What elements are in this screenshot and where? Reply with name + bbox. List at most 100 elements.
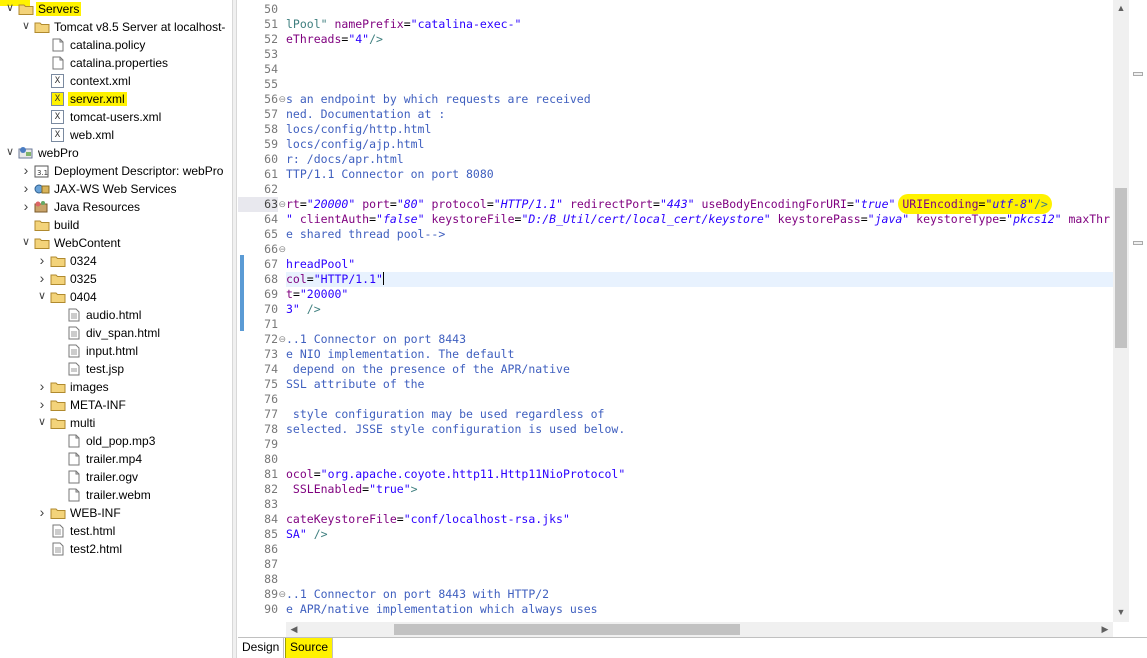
code-line[interactable]: s an endpoint by which requests are rece… bbox=[286, 92, 591, 107]
vertical-scroll-thumb[interactable] bbox=[1115, 188, 1127, 348]
editor-tab-bar: Design Source bbox=[238, 637, 1147, 658]
code-line[interactable]: 3" /> bbox=[286, 302, 321, 317]
code-line[interactable]: TTP/1.1 Connector on port 8080 bbox=[286, 167, 494, 182]
fold-toggle-icon[interactable]: ⊖ bbox=[278, 587, 286, 602]
code-line[interactable]: ..1 Connector on port 8443 with HTTP/2 bbox=[286, 587, 549, 602]
code-token: "conf/localhost-rsa.jks" bbox=[403, 512, 570, 526]
code-line[interactable]: locs/config/http.html bbox=[286, 122, 431, 137]
tree-item[interactable]: catalina.policy bbox=[0, 36, 232, 54]
html-file-icon bbox=[66, 326, 82, 340]
tree-item[interactable]: trailer.webm bbox=[0, 486, 232, 504]
chevron-right-icon[interactable]: › bbox=[36, 271, 48, 285]
chevron-right-icon[interactable]: › bbox=[36, 379, 48, 393]
tree-item[interactable]: test.html bbox=[0, 522, 232, 540]
tree-item[interactable]: Xserver.xml bbox=[0, 90, 232, 108]
code-line[interactable]: ned. Documentation at : bbox=[286, 107, 445, 122]
code-line[interactable]: col="HTTP/1.1" bbox=[286, 272, 1113, 287]
code-line[interactable]: SSL attribute of the bbox=[286, 377, 424, 392]
code-line[interactable]: locs/config/ajp.html bbox=[286, 137, 424, 152]
code-line[interactable]: rt="20000" port="80" protocol="HTTP/1.1"… bbox=[286, 194, 1052, 214]
chevron-down-icon[interactable]: ∨ bbox=[36, 416, 48, 428]
chevron-right-icon[interactable]: › bbox=[20, 181, 32, 195]
fold-toggle-icon[interactable]: ⊖ bbox=[278, 242, 286, 257]
tree-item[interactable]: ∨ Servers bbox=[0, 0, 232, 18]
overview-marker[interactable] bbox=[1133, 72, 1143, 76]
tab-design[interactable]: Design bbox=[238, 638, 285, 658]
chevron-down-icon[interactable]: ∨ bbox=[20, 20, 32, 32]
tree-item[interactable]: div_span.html bbox=[0, 324, 232, 342]
scroll-up-icon[interactable]: ▲ bbox=[1113, 0, 1129, 16]
code-line[interactable]: style configuration may be used regardle… bbox=[286, 407, 605, 422]
code-line[interactable]: e shared thread pool--> bbox=[286, 227, 445, 242]
code-line[interactable]: " clientAuth="false" keystoreFile="D:/B_… bbox=[286, 212, 1110, 227]
chevron-down-icon[interactable]: ∨ bbox=[4, 2, 16, 14]
horizontal-scrollbar[interactable]: ◀ ▶ bbox=[286, 622, 1113, 637]
code-line[interactable]: lPool" namePrefix="catalina-exec-" bbox=[286, 17, 521, 32]
tree-item[interactable]: › 3.1 Deployment Descriptor: webPro bbox=[0, 162, 232, 180]
tree-item[interactable]: › images bbox=[0, 378, 232, 396]
code-line[interactable]: SSLEnabled="true"> bbox=[286, 482, 418, 497]
code-line[interactable]: e NIO implementation. The default bbox=[286, 347, 514, 362]
tree-item[interactable]: audio.html bbox=[0, 306, 232, 324]
tree-item[interactable]: input.html bbox=[0, 342, 232, 360]
tree-item[interactable]: Xweb.xml bbox=[0, 126, 232, 144]
tree-item[interactable]: catalina.properties bbox=[0, 54, 232, 72]
tree-item[interactable]: trailer.mp4 bbox=[0, 450, 232, 468]
chevron-right-icon[interactable]: › bbox=[36, 397, 48, 411]
code-line[interactable]: cateKeystoreFile="conf/localhost-rsa.jks… bbox=[286, 512, 570, 527]
tree-item[interactable]: ∨ WebContent bbox=[0, 234, 232, 252]
xml-source-editor[interactable]: 50 51 52 53 54 55 56 ⊖ 57 58 59 60 61 62 63 ⊖ 64 65 66 ⊖ 67 6… bbox=[238, 0, 1147, 637]
tree-item[interactable]: ∨ multi bbox=[0, 414, 232, 432]
overview-marker[interactable] bbox=[1133, 241, 1143, 245]
chevron-right-icon[interactable]: › bbox=[20, 199, 32, 213]
code-token: e APR/native implementation which always… bbox=[286, 602, 598, 616]
tree-item[interactable]: › META-INF bbox=[0, 396, 232, 414]
fold-toggle-icon[interactable]: ⊖ bbox=[278, 197, 286, 212]
tree-item-label: Java Resources bbox=[54, 200, 141, 214]
scroll-right-icon[interactable]: ▶ bbox=[1097, 622, 1113, 637]
scroll-left-icon[interactable]: ◀ bbox=[286, 622, 302, 637]
pane-splitter[interactable] bbox=[232, 0, 237, 658]
chevron-down-icon[interactable]: ∨ bbox=[4, 146, 16, 158]
tree-item[interactable]: Xcontext.xml bbox=[0, 72, 232, 90]
chevron-right-icon[interactable]: › bbox=[36, 253, 48, 267]
code-line[interactable]: selected. JSSE style configuration is us… bbox=[286, 422, 625, 437]
vertical-scrollbar[interactable]: ▲ ▼ bbox=[1113, 0, 1129, 622]
tree-item[interactable]: › 0325 bbox=[0, 270, 232, 288]
code-line[interactable]: eThreads="4"/> bbox=[286, 32, 383, 47]
code-line[interactable]: t="20000" bbox=[286, 287, 348, 302]
tree-item[interactable]: › 0324 bbox=[0, 252, 232, 270]
code-line[interactable]: SA" /> bbox=[286, 527, 328, 542]
chevron-down-icon[interactable]: ∨ bbox=[36, 290, 48, 302]
tree-item[interactable]: ∨ 0404 bbox=[0, 288, 232, 306]
chevron-down-icon[interactable]: ∨ bbox=[20, 236, 32, 248]
tree-item[interactable]: ∨ Tomcat v8.5 Server at localhost- bbox=[0, 18, 232, 36]
tree-item[interactable]: test.jsp bbox=[0, 360, 232, 378]
tree-item[interactable]: trailer.ogv bbox=[0, 468, 232, 486]
code-area[interactable]: lPool" namePrefix="catalina-exec-" eThrea… bbox=[286, 0, 1113, 622]
line-number: 75 bbox=[264, 377, 278, 391]
tree-item[interactable]: ∨ webPro bbox=[0, 144, 232, 162]
tree-item[interactable]: › Java Resources bbox=[0, 198, 232, 216]
tree-item[interactable]: build bbox=[0, 216, 232, 234]
code-token: namePrefix bbox=[334, 17, 404, 31]
tree-item-label: test.html bbox=[70, 524, 116, 538]
fold-toggle-icon[interactable]: ⊖ bbox=[278, 332, 286, 347]
tree-item[interactable]: › JAX-WS Web Services bbox=[0, 180, 232, 198]
scroll-down-icon[interactable]: ▼ bbox=[1113, 604, 1129, 620]
chevron-right-icon[interactable]: › bbox=[36, 505, 48, 519]
code-line[interactable]: depend on the presence of the APR/native bbox=[286, 362, 570, 377]
tree-item[interactable]: Xtomcat-users.xml bbox=[0, 108, 232, 126]
code-line[interactable]: r: /docs/apr.html bbox=[286, 152, 404, 167]
code-line[interactable]: ocol="org.apache.coyote.http11.Http11Nio… bbox=[286, 467, 625, 482]
tree-item[interactable]: › WEB-INF bbox=[0, 504, 232, 522]
code-line[interactable]: hreadPool" bbox=[286, 257, 355, 272]
chevron-right-icon[interactable]: › bbox=[20, 163, 32, 177]
fold-toggle-icon[interactable]: ⊖ bbox=[278, 92, 286, 107]
tree-item[interactable]: test2.html bbox=[0, 540, 232, 558]
code-line[interactable]: e APR/native implementation which always… bbox=[286, 602, 598, 617]
tree-item[interactable]: old_pop.mp3 bbox=[0, 432, 232, 450]
tab-source[interactable]: Source bbox=[285, 638, 334, 658]
horizontal-scroll-thumb[interactable] bbox=[394, 624, 740, 635]
code-line[interactable]: ..1 Connector on port 8443 bbox=[286, 332, 466, 347]
